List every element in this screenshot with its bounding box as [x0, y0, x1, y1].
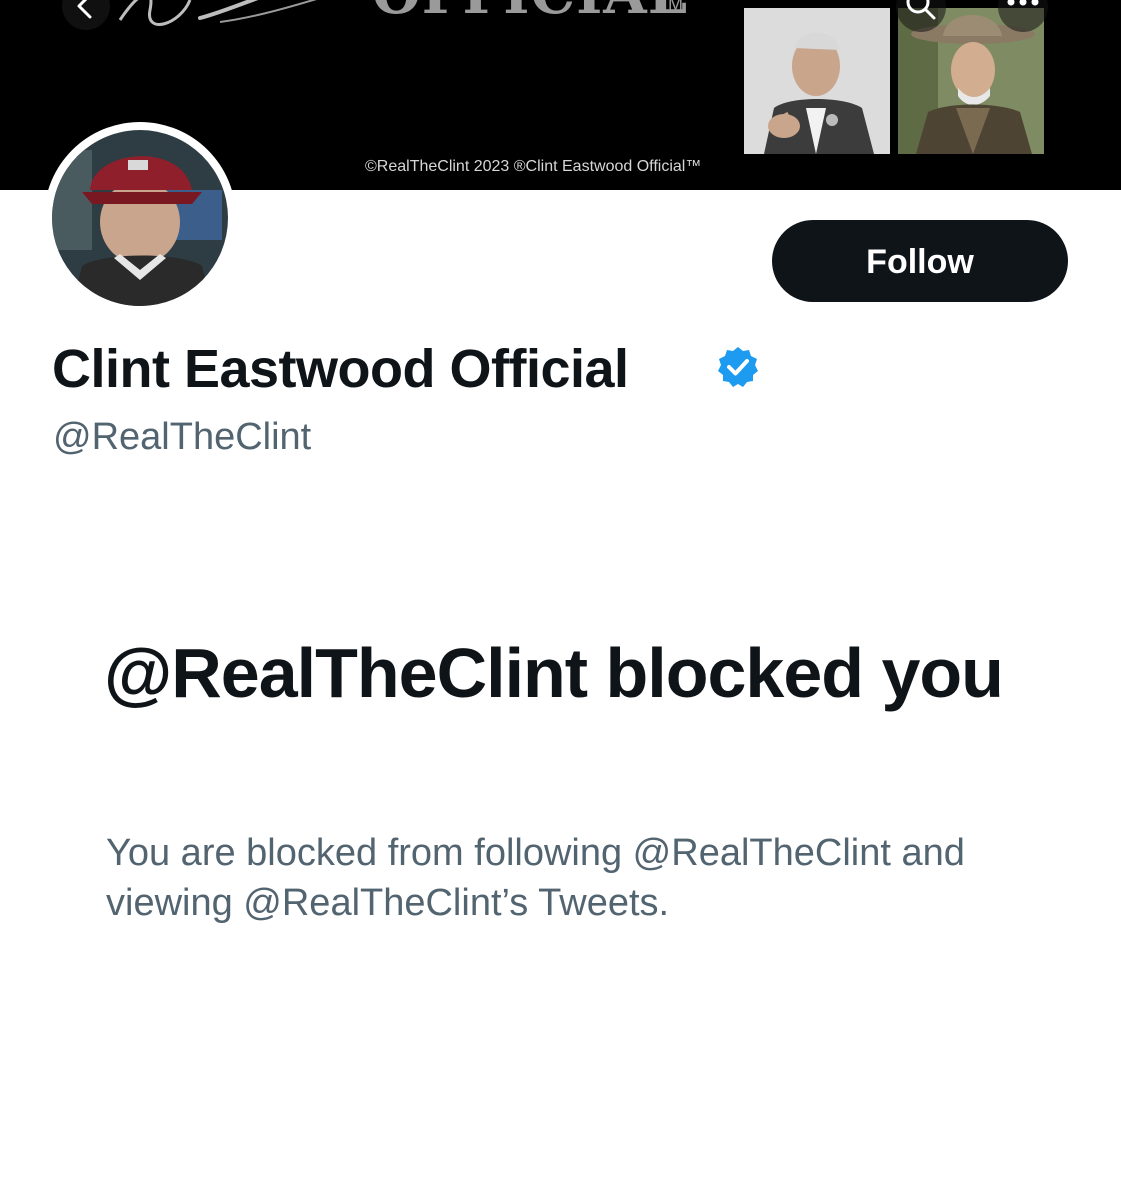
back-arrow-icon	[77, 0, 92, 19]
back-button[interactable]	[62, 0, 110, 30]
more-icon	[1007, 0, 1039, 6]
avatar[interactable]	[44, 122, 236, 314]
banner-copyright: ©RealTheClint 2023 ®Clint Eastwood Offic…	[365, 158, 702, 175]
verified-badge-icon	[718, 347, 758, 387]
signature-logo	[118, 0, 317, 26]
blocked-title: @RealTheClint blocked you	[104, 634, 1004, 712]
follow-button[interactable]: Follow	[772, 220, 1068, 302]
banner-wordmark: OFFICIAL	[372, 0, 688, 22]
handle: @RealTheClint	[53, 416, 312, 458]
banner-photo-pointing	[744, 8, 890, 154]
blocked-message: You are blocked from following @RealTheC…	[106, 832, 965, 924]
banner-trademark: TM	[657, 0, 683, 14]
search-icon	[906, 0, 936, 20]
display-name: Clint Eastwood Official	[52, 339, 629, 399]
